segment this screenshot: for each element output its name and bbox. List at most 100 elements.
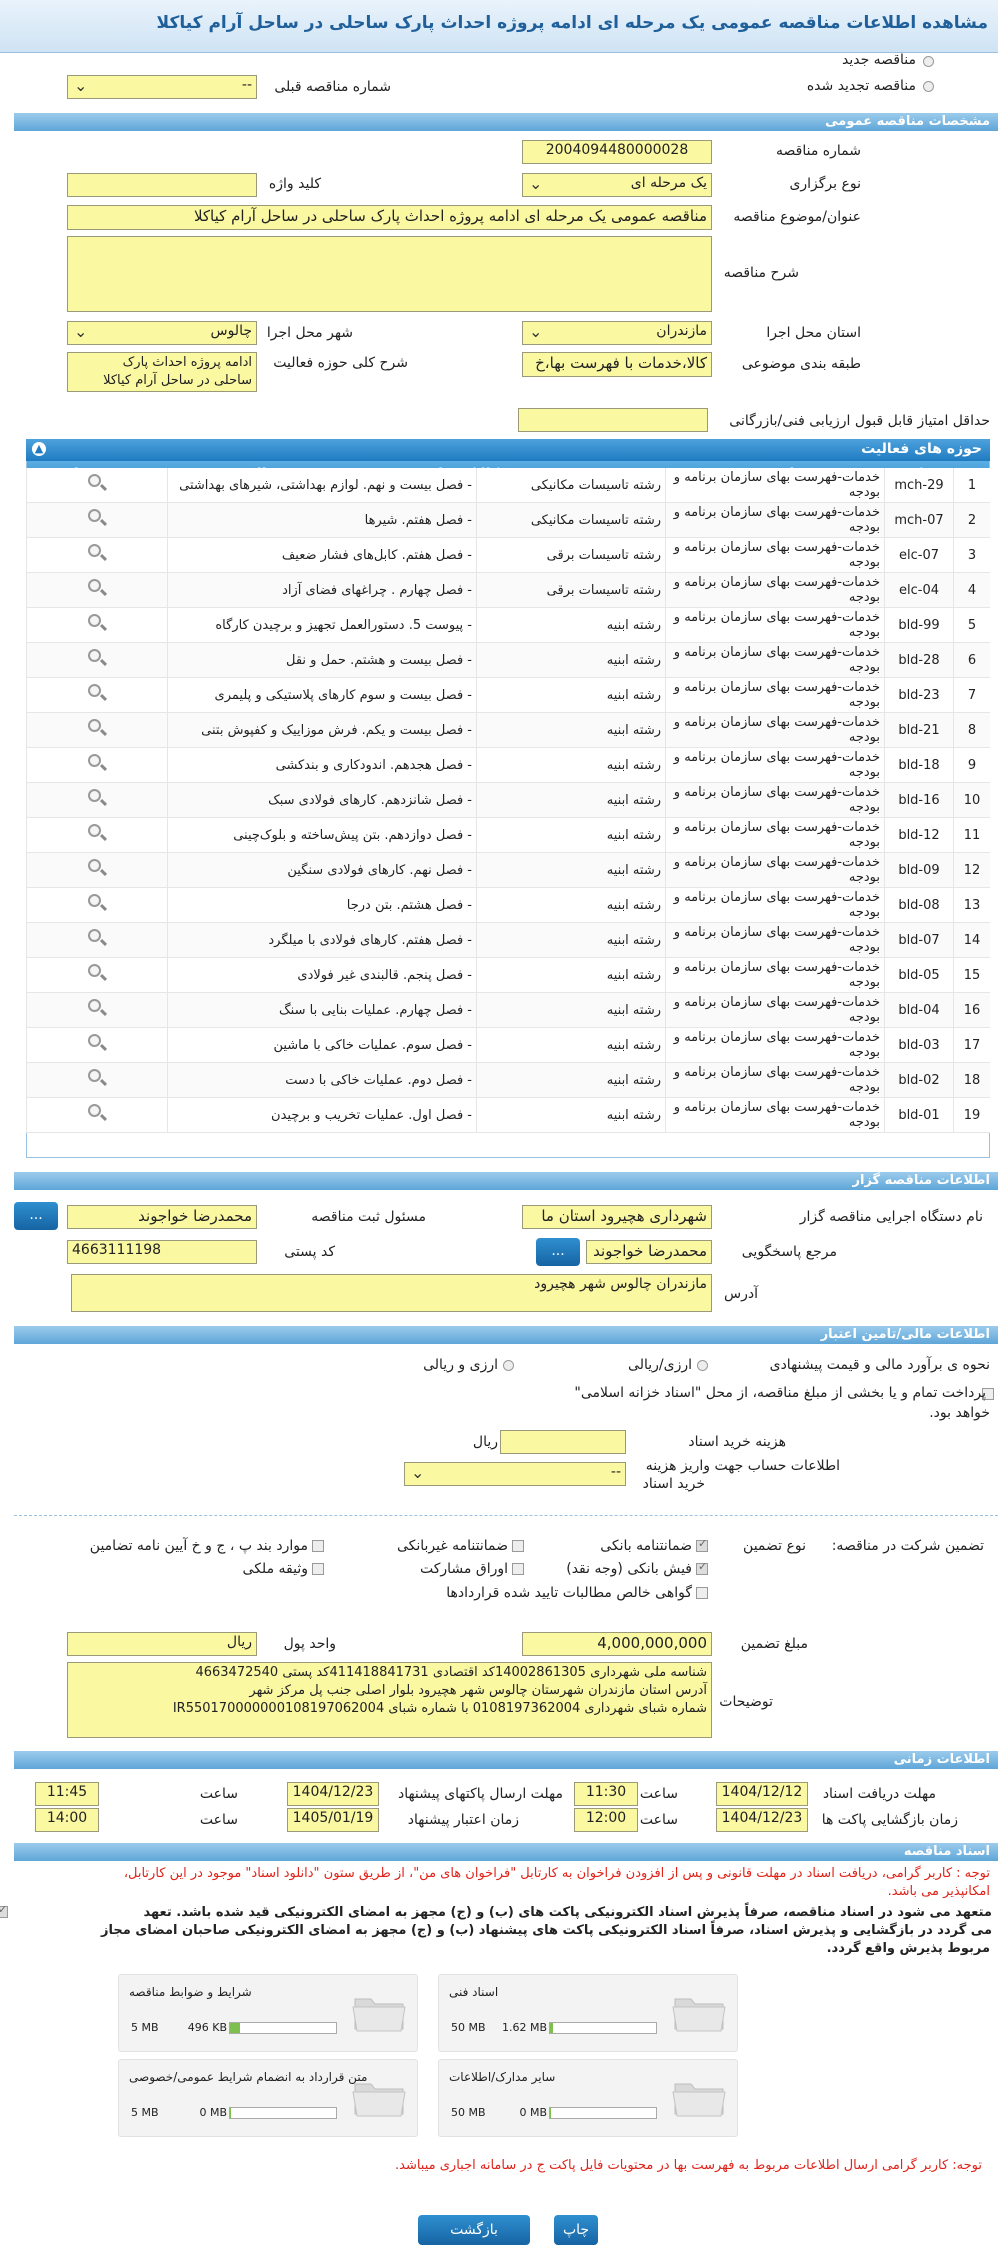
magnifier-icon[interactable]	[86, 1067, 108, 1089]
renewed-tender-radio[interactable]	[923, 81, 934, 92]
description-field[interactable]	[67, 236, 712, 312]
g-cash-checkbox[interactable]	[696, 1560, 708, 1575]
g-cash-label: فیش بانکی (وجه نقد)	[566, 1561, 692, 1577]
min-score-field[interactable]	[518, 408, 708, 432]
hold-type-select[interactable]: یک مرحله ای	[522, 173, 712, 197]
view-cell	[26, 1062, 168, 1098]
validity-time[interactable]: 14:00	[35, 1808, 99, 1832]
service-code-cell: elc-04	[884, 572, 954, 608]
subject-category-cell: خدمات-فهرست بهای سازمان برنامه و بودجه	[665, 747, 885, 783]
table-row: 15 bld-05 خدمات-فهرست بهای سازمان برنامه و…	[26, 957, 990, 993]
view-cell	[26, 642, 168, 678]
collapse-icon[interactable]: ▲	[32, 442, 46, 456]
row-number-cell: 4	[953, 572, 990, 608]
magnifier-icon[interactable]	[86, 822, 108, 844]
new-tender-radio[interactable]	[923, 56, 934, 67]
magnifier-icon[interactable]	[86, 612, 108, 634]
estimate-rial-radio[interactable]	[697, 1360, 708, 1371]
category-field[interactable]: کالا،خدمات با فهرست بها،خ	[522, 352, 712, 377]
magnifier-icon[interactable]	[86, 997, 108, 1019]
subject-field[interactable]: مناقصه عمومی یک مرحله ای ادامه پروژه احد…	[67, 205, 712, 230]
tender-number-field[interactable]: 2004094480000028	[522, 140, 712, 164]
account-select[interactable]: --	[404, 1462, 626, 1486]
commit-text-1: متعهد می شود در اسناد مناقصه، صرفاً پذیر…	[143, 1905, 992, 1920]
magnifier-icon[interactable]	[86, 892, 108, 914]
g-claims-checkbox[interactable]	[696, 1587, 708, 1599]
magnifier-icon[interactable]	[86, 507, 108, 529]
document-folder-card[interactable]: متن قرارداد به انضمام شرایط عمومی/خصوصی 0…	[118, 2059, 418, 2137]
row-number-cell: 17	[953, 1027, 990, 1063]
org-name-field[interactable]: شهرداری هچیرود استان ما	[522, 1205, 712, 1229]
g-bank-checkbox[interactable]	[696, 1537, 708, 1552]
estimate-fx-label: ارزی و ریالی	[423, 1357, 498, 1373]
notes-field[interactable]: شناسه ملی شهرداری 14002861305کد اقتصادی …	[67, 1662, 712, 1738]
magnifier-icon[interactable]	[86, 717, 108, 739]
magnifier-icon[interactable]	[86, 927, 108, 949]
view-cell	[26, 1097, 168, 1133]
magnifier-icon[interactable]	[86, 647, 108, 669]
document-folder-card[interactable]: شرایط و ضوابط مناقصه 496 KB 5 MB	[118, 1974, 418, 2052]
magnifier-icon[interactable]	[86, 577, 108, 599]
scope-field[interactable]: ادامه پروژه احداث پارک ساحلی در ساحل آرا…	[67, 352, 257, 392]
goods-group-cell: رشته تاسیسات مکانیکی	[476, 468, 666, 503]
service-code-cell: bld-02	[884, 1062, 954, 1098]
registrar-more-button[interactable]: ...	[14, 1202, 58, 1230]
goods-group-cell: رشته ابنیه	[476, 887, 666, 923]
estimate-fx-radio[interactable]	[503, 1360, 514, 1371]
currency-field[interactable]: ریال	[67, 1632, 257, 1656]
registrar-field[interactable]: محمدرضا خواجوند	[67, 1205, 257, 1229]
city-select[interactable]: چالوس	[67, 321, 257, 345]
responder-more-button[interactable]: ...	[536, 1238, 580, 1266]
finance-header-text: اطلاعات مالی/تامین اعتبار	[820, 1327, 990, 1342]
g-nonbank-checkbox[interactable]	[512, 1540, 524, 1552]
open-time[interactable]: 12:00	[574, 1808, 638, 1832]
g-nonbank-label: ضمانتنامه غیربانکی	[396, 1538, 508, 1554]
activity-area-cell: - پیوست 5. دستورالعمل تجهیز و برچیدن کار…	[167, 607, 477, 643]
magnifier-icon[interactable]	[86, 752, 108, 774]
magnifier-icon[interactable]	[86, 682, 108, 704]
org-name-label: نام دستگاه اجرایی مناقصه گزار	[799, 1209, 983, 1225]
address-field[interactable]: مازندران چالوس شهر هچیرود	[71, 1274, 712, 1312]
goods-group-cell: رشته ابنیه	[476, 1062, 666, 1098]
row-number-cell: 16	[953, 992, 990, 1028]
table-row: 4 elc-04 خدمات-فهرست بهای سازمان برنامه و …	[26, 572, 990, 608]
prev-number-select[interactable]: --	[67, 75, 257, 99]
postal-field[interactable]: 4663111198	[67, 1240, 257, 1264]
magnifier-icon[interactable]	[86, 857, 108, 879]
send-time[interactable]: 11:45	[35, 1782, 99, 1806]
subject-category-cell: خدمات-فهرست بهای سازمان برنامه و بودجه	[665, 782, 885, 818]
table-row: 9 bld-18 خدمات-فهرست بهای سازمان برنامه و …	[26, 747, 990, 783]
document-folder-card[interactable]: سایر مدارک/اطلاعات 0 MB 50 MB	[438, 2059, 738, 2137]
activities-header-text: حوزه های فعالیت	[861, 441, 982, 457]
magnifier-icon[interactable]	[86, 1102, 108, 1124]
commit-checkbox[interactable]	[0, 1903, 8, 1918]
subject-category-cell: خدمات-فهرست بهای سازمان برنامه و بودجه	[665, 1062, 885, 1098]
activity-area-cell: - فصل پنجم. قالبندی غیر فولادی	[167, 957, 477, 993]
document-folder-card[interactable]: اسناد فنی 1.62 MB 50 MB	[438, 1974, 738, 2052]
folder-name: سایر مدارک/اطلاعات	[449, 2070, 556, 2084]
send-date[interactable]: 1404/12/23	[287, 1782, 379, 1806]
magnifier-icon[interactable]	[86, 542, 108, 564]
back-button[interactable]: بازگشت	[418, 2215, 530, 2245]
table-row: 5 bld-99 خدمات-فهرست بهای سازمان برنامه و …	[26, 607, 990, 643]
magnifier-icon[interactable]	[86, 472, 108, 494]
doc-fee-field[interactable]	[500, 1430, 626, 1454]
print-button[interactable]: چاپ	[554, 2215, 598, 2245]
g-bonds-checkbox[interactable]	[512, 1563, 524, 1575]
activity-area-cell: - فصل اول. عملیات تخریب و برچیدن	[167, 1097, 477, 1133]
magnifier-icon[interactable]	[86, 787, 108, 809]
amount-field[interactable]: 4,000,000,000	[522, 1632, 712, 1656]
province-select[interactable]: مازندران	[522, 321, 712, 345]
postal-label: کد پستی	[284, 1244, 335, 1260]
g-property-checkbox[interactable]	[312, 1563, 324, 1575]
receive-time[interactable]: 11:30	[574, 1782, 638, 1806]
receive-date[interactable]: 1404/12/12	[716, 1782, 808, 1806]
magnifier-icon[interactable]	[86, 1032, 108, 1054]
responder-field[interactable]: محمدرضا خواجوند	[586, 1240, 712, 1264]
validity-date[interactable]: 1405/01/19	[287, 1808, 379, 1832]
g-rules-checkbox[interactable]	[312, 1540, 324, 1552]
magnifier-icon[interactable]	[86, 962, 108, 984]
open-date[interactable]: 1404/12/23	[716, 1808, 808, 1832]
keyword-field[interactable]	[67, 173, 257, 197]
view-cell	[26, 747, 168, 783]
